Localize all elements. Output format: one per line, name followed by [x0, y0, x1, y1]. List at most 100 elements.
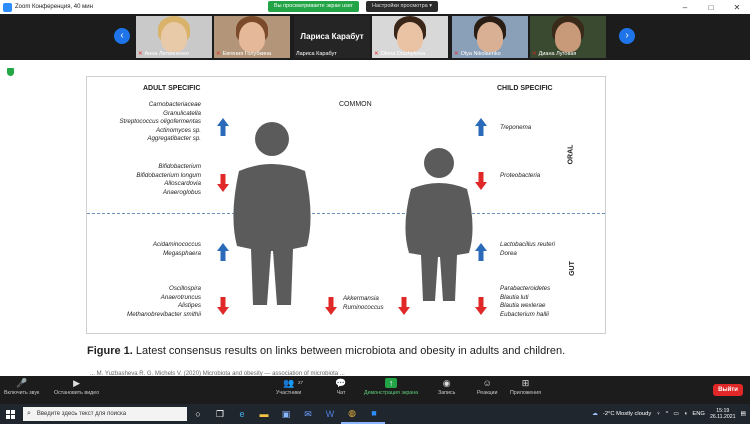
taxon-name: Streptococcus oligofermentas — [119, 118, 201, 126]
participant-name-text: Евгения Голубкина — [222, 51, 272, 57]
participant-name-text: Olya Nikolaenko — [460, 51, 501, 57]
arrow-down-icon — [475, 172, 487, 190]
oral-gut-divider — [87, 213, 605, 214]
taxon-name: Dorea — [500, 249, 517, 257]
participants-icon: 👥 — [283, 378, 295, 388]
word-icon[interactable]: W — [319, 404, 341, 424]
apps-button[interactable]: ⊞ Приложения — [510, 378, 541, 396]
muted-mic-icon: ✕ — [138, 51, 143, 57]
volume-icon[interactable]: ◖ — [684, 411, 688, 417]
cortana-icon[interactable]: ○ — [187, 404, 209, 424]
stop-video-button[interactable]: ▶ Остановить видео — [54, 378, 99, 396]
participant-face — [239, 22, 265, 52]
adult-silhouette — [233, 122, 311, 305]
taskbar-search[interactable]: ⌕ Введите здесь текст для поиска — [23, 407, 187, 421]
taxon-name: Ruminococcus — [343, 303, 384, 311]
participant-name-text: Анна Литвиненко — [144, 51, 189, 57]
taxon-name: Carnobacteriaceae — [148, 101, 201, 108]
minimize-button[interactable]: – — [672, 3, 698, 12]
taxon-name: Eubacterium hallii — [500, 310, 549, 318]
participant-tile[interactable]: ✕ Диана Луговая — [530, 16, 606, 58]
oral-label: ORAL — [567, 144, 575, 165]
participant-tile[interactable]: ✕ Olena Dolzhykova — [372, 16, 448, 58]
location-icon: ♀ — [656, 411, 661, 417]
taxon-name: Anaeroglobus — [162, 188, 201, 196]
stop-video-label: Остановить видео — [54, 390, 100, 396]
maximize-button[interactable]: □ — [698, 3, 724, 12]
participant-name-text: Лариса Карабут — [296, 51, 337, 57]
child-oral-down-list: Proteobacteria — [500, 172, 540, 181]
participant-tile[interactable]: ✕ Анна Литвиненко — [136, 16, 212, 58]
chevron-up-icon[interactable]: ^ — [666, 411, 669, 417]
arrow-down-icon — [217, 174, 229, 192]
start-button[interactable] — [0, 404, 20, 424]
participant-tile[interactable]: Лариса Карабут Лариса Карабут — [294, 16, 370, 58]
taxon-name: Alloscardovia — [164, 180, 201, 188]
apps-label: Приложения — [510, 390, 541, 396]
file-explorer-icon[interactable]: ▬ — [253, 404, 275, 424]
windows-taskbar: ⌕ Введите здесь текст для поиска ○ ❐ e ▬ … — [0, 404, 750, 424]
zoom-taskbar-icon[interactable]: ■ — [363, 404, 385, 424]
arrow-up-icon — [217, 243, 229, 261]
participant-big-name: Лариса Карабут — [300, 32, 364, 41]
participants-count: 27 — [298, 380, 304, 385]
next-page-button[interactable]: › — [619, 28, 635, 44]
network-icon[interactable]: ▭ — [673, 411, 678, 417]
participant-name-text: Olena Dolzhykova — [380, 51, 426, 57]
participant-strip: ‹ ✕ Анна Литвиненко ✕ Евгения Голубкина Лари… — [0, 14, 750, 60]
participant-name: Лариса Карабут — [296, 51, 337, 57]
muted-mic-icon: ✕ — [454, 51, 459, 57]
record-button[interactable]: ◉ Запись — [438, 378, 455, 396]
taxon-name: Treponema — [500, 124, 532, 131]
reactions-button[interactable]: ☺ Реакции — [477, 378, 497, 396]
taxon-name: Anaerotruncus — [160, 293, 201, 301]
chrome-icon[interactable]: ◍ — [341, 404, 363, 424]
share-status-pill[interactable]: Вы просматриваете экран user — [268, 1, 359, 12]
adult-oral-down-list: Bifidobacterium Bifidobacterium longum All… — [136, 163, 201, 197]
clock[interactable]: 15:19 26.11.2021 — [710, 408, 736, 421]
taxon-name: Megasphaera — [163, 249, 201, 257]
weather-text[interactable]: -2°C Mostly cloudy — [603, 411, 651, 417]
participants-label: Участники — [276, 390, 302, 396]
prev-page-button[interactable]: ‹ — [114, 28, 130, 44]
participant-name: ✕ Olya Nikolaenko — [454, 51, 501, 57]
participant-face — [161, 22, 187, 52]
participant-tile[interactable]: ✕ Olya Nikolaenko — [452, 16, 528, 58]
video-camera-icon: ▶ — [73, 378, 81, 388]
participant-name-text: Диана Луговая — [538, 51, 577, 57]
taxon-name: Acidaminococcus — [152, 241, 201, 248]
participant-name: ✕ Анна Литвиненко — [138, 51, 189, 57]
windows-logo-icon — [5, 409, 15, 419]
arrow-up-icon — [475, 243, 487, 261]
share-screen-icon: ↑ — [385, 378, 398, 388]
taxon-name: Aggregatibacter sp. — [147, 135, 201, 143]
muted-mic-icon: ✕ — [374, 51, 379, 57]
chevron-right-icon: › — [625, 30, 629, 41]
edge-icon[interactable]: e — [231, 404, 253, 424]
arrow-down-icon — [325, 297, 337, 315]
view-options-label: Настройки просмотра — [372, 3, 428, 9]
smile-icon: ☺ — [482, 378, 492, 388]
notifications-icon[interactable]: ▤ — [741, 411, 746, 417]
date: 26.11.2021 — [709, 414, 736, 420]
taxon-name: Actinomyces sp. — [155, 126, 201, 134]
store-icon[interactable]: ▣ — [275, 404, 297, 424]
search-placeholder: Введите здесь текст для поиска — [36, 411, 127, 417]
language-indicator[interactable]: ENG — [692, 411, 705, 417]
arrow-up-icon — [475, 118, 487, 136]
leave-button[interactable]: Выйти — [713, 384, 743, 396]
chat-icon: 💬 — [335, 378, 347, 388]
participant-name: ✕ Евгения Голубкина — [216, 51, 271, 57]
weather-icon: ☁ — [592, 411, 598, 417]
adult-gut-up-list: Acidaminococcus Megasphaera — [153, 241, 201, 258]
task-view-icon[interactable]: ❐ — [209, 404, 231, 424]
mail-icon[interactable]: ✉ — [297, 404, 319, 424]
participant-tile[interactable]: ✕ Евгения Голубкина — [214, 16, 290, 58]
chat-button[interactable]: 💬 Чат — [335, 378, 347, 396]
share-screen-button[interactable]: ↑ Демонстрация экрана — [364, 378, 418, 396]
view-options-button[interactable]: Настройки просмотра ▾ — [366, 1, 438, 12]
record-label: Запись — [438, 390, 456, 396]
unmute-button[interactable]: 🎤 Включить звук — [4, 378, 39, 396]
gut-label: GUT — [568, 261, 576, 276]
close-button[interactable]: ✕ — [724, 3, 750, 12]
